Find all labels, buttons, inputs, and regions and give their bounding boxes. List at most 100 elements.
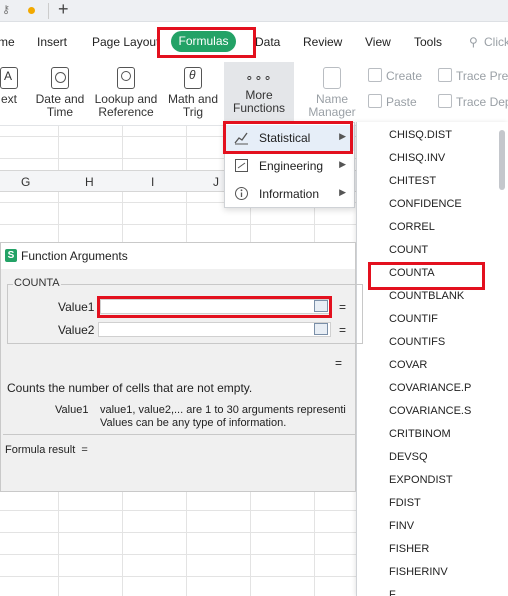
function-item[interactable]: CRITBINOM xyxy=(389,428,451,440)
function-item[interactable]: COUNT xyxy=(389,244,428,256)
menu-formulas[interactable]: Formulas xyxy=(171,31,236,52)
value2-input[interactable] xyxy=(98,322,331,337)
trace-dependents-button[interactable]: Trace Dep xyxy=(438,94,508,109)
column-j[interactable]: J xyxy=(213,175,219,189)
text-icon: A xyxy=(0,67,18,89)
column-h[interactable]: H xyxy=(85,175,94,189)
search-icon[interactable]: ⚲ xyxy=(469,35,478,49)
tab-bar: ⚷ + xyxy=(0,0,508,22)
function-item[interactable]: CONFIDENCE xyxy=(389,198,462,210)
ribbon-label: Functions xyxy=(232,101,286,115)
chevron-right-icon: ▶ xyxy=(339,187,346,197)
menu-page-layout[interactable]: Page Layout xyxy=(92,35,159,49)
column-g[interactable]: G xyxy=(21,175,30,189)
function-item[interactable]: CORREL xyxy=(389,221,435,233)
new-tab-button[interactable]: + xyxy=(58,0,69,20)
function-item[interactable]: COVARIANCE.S xyxy=(389,405,471,417)
column-i[interactable]: I xyxy=(151,175,154,189)
function-arguments-dialog: S Function Arguments COUNTA Value1 = Val… xyxy=(0,242,363,492)
name-manager-button[interactable]: Name Manager xyxy=(306,67,358,119)
menu-item-information[interactable]: Information ▶ xyxy=(225,181,354,207)
result-equals: = xyxy=(335,356,343,370)
trace-dependents-icon xyxy=(438,94,452,108)
dialog-title: Function Arguments xyxy=(21,249,128,263)
divider xyxy=(48,3,49,19)
info-icon xyxy=(235,187,248,200)
key-icon: ⚷ xyxy=(2,4,11,16)
scrollbar-thumb[interactable] xyxy=(499,130,505,190)
paste-icon xyxy=(368,94,382,108)
range-picker-icon[interactable] xyxy=(314,300,328,312)
create-icon xyxy=(368,68,382,82)
ribbon-label: Time xyxy=(46,105,74,119)
function-item[interactable]: CHISQ.DIST xyxy=(389,129,452,141)
menu-bar: me Insert Page Layout Formulas Data Revi… xyxy=(0,22,508,62)
argument-description-2: Values can be any type of information. xyxy=(100,417,287,429)
value1-input[interactable] xyxy=(100,299,331,314)
function-item[interactable]: COUNTA xyxy=(389,267,435,279)
argument-name: Value1 xyxy=(55,404,89,416)
value2-label: Value2 xyxy=(58,323,95,337)
text-functions-button[interactable]: A ext xyxy=(0,67,24,106)
ribbon-label: Manager xyxy=(308,105,356,119)
function-item[interactable]: FINV xyxy=(389,520,414,532)
theta-icon: θ xyxy=(184,67,202,89)
function-item[interactable]: FISHER xyxy=(389,543,429,555)
menu-home[interactable]: me xyxy=(0,35,15,49)
date-time-button[interactable]: Date and Time xyxy=(33,67,87,119)
more-functions-menu: Statistical ▶ Engineering ▶ Information … xyxy=(224,122,355,208)
function-item[interactable]: COUNTBLANK xyxy=(389,290,464,302)
ribbon-label: ext xyxy=(0,92,17,106)
ribbon: A ext Date and Time Lookup and Reference… xyxy=(0,62,508,126)
chevron-right-icon: ▶ xyxy=(339,159,346,169)
magnifier-icon xyxy=(117,67,135,89)
ellipsis-icon: ∘∘∘ xyxy=(245,70,273,85)
value1-label: Value1 xyxy=(58,300,95,314)
name-manager-icon xyxy=(323,67,341,89)
trace-precedents-icon xyxy=(438,68,452,82)
function-item[interactable]: CHITEST xyxy=(389,175,436,187)
function-item[interactable]: CHISQ.INV xyxy=(389,152,445,164)
more-functions-button[interactable]: ∘∘∘ More Functions xyxy=(224,62,294,122)
dialog-title-bar[interactable]: S Function Arguments xyxy=(1,243,355,269)
create-button[interactable]: Create xyxy=(368,68,422,83)
divider xyxy=(3,434,355,435)
ribbon-label: Trig xyxy=(182,105,204,119)
chart-icon xyxy=(234,132,248,145)
function-item[interactable]: EXPONDIST xyxy=(389,474,453,486)
function-item[interactable]: COUNTIFS xyxy=(389,336,445,348)
menu-tools[interactable]: Tools xyxy=(414,35,442,49)
group-label: COUNTA xyxy=(13,277,61,289)
value2-equals: = xyxy=(339,323,347,337)
function-item[interactable]: F xyxy=(389,589,396,596)
menu-data[interactable]: Data xyxy=(255,35,280,49)
lookup-reference-button[interactable]: Lookup and Reference xyxy=(94,67,158,119)
function-list: CHISQ.DIST CHISQ.INV CHITEST CONFIDENCE CORR… xyxy=(356,122,508,596)
menu-item-statistical[interactable]: Statistical ▶ xyxy=(225,125,354,151)
unsaved-dot-icon xyxy=(28,7,35,14)
function-description: Counts the number of cells that are not … xyxy=(7,381,253,395)
menu-view[interactable]: View xyxy=(365,35,391,49)
argument-description: value1, value2,... are 1 to 30 arguments… xyxy=(100,404,346,416)
paste-button[interactable]: Paste xyxy=(368,94,417,109)
function-item[interactable]: FISHERINV xyxy=(389,566,448,578)
engineering-icon xyxy=(235,159,248,172)
range-picker-icon[interactable] xyxy=(314,323,328,335)
math-trig-button[interactable]: θ Math and Trig xyxy=(165,67,221,119)
app-logo-icon: S xyxy=(5,249,17,262)
function-item[interactable]: COVAR xyxy=(389,359,427,371)
function-item[interactable]: FDIST xyxy=(389,497,421,509)
menu-review[interactable]: Review xyxy=(303,35,342,49)
menu-insert[interactable]: Insert xyxy=(37,35,67,49)
clock-icon xyxy=(51,67,69,89)
function-item[interactable]: COVARIANCE.P xyxy=(389,382,471,394)
menu-item-engineering[interactable]: Engineering ▶ xyxy=(225,153,354,179)
function-list-items: CHISQ.DIST CHISQ.INV CHITEST CONFIDENCE CORR… xyxy=(357,122,508,596)
trace-precedents-button[interactable]: Trace Prec xyxy=(438,68,508,83)
chevron-right-icon: ▶ xyxy=(339,131,346,141)
value1-equals: = xyxy=(339,300,347,314)
function-item[interactable]: DEVSQ xyxy=(389,451,428,463)
search-box[interactable]: Click xyxy=(484,35,508,49)
function-item[interactable]: COUNTIF xyxy=(389,313,438,325)
formula-result: Formula result = xyxy=(5,444,88,456)
